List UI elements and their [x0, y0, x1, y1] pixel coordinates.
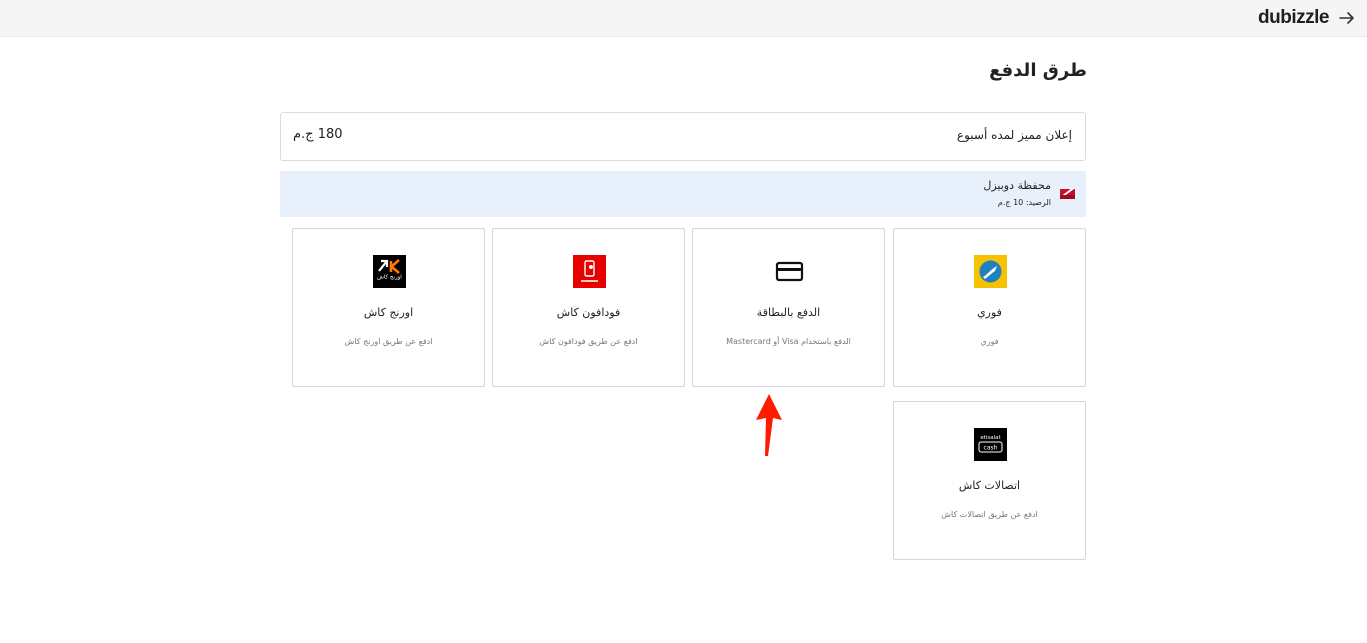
wallet-balance: الرصيد: 10 ج.م: [997, 198, 1051, 207]
payment-method-description: فوري: [980, 337, 999, 346]
wallet-icon: [1060, 188, 1075, 199]
order-summary: إعلان مميز لمده أسبوع 180 ج.م: [280, 112, 1086, 161]
payment-method-vodafone-cash[interactable]: فودافون كاش ادفع عن طريق فودافون كاش: [492, 228, 685, 387]
credit-card-icon: [775, 261, 804, 282]
summary-item-label: إعلان مميز لمده أسبوع: [956, 128, 1072, 142]
payment-method-name: الدفع بالبطاقة: [756, 306, 821, 319]
page-title: طرق الدفع: [989, 60, 1087, 81]
payment-method-name: اتصالات كاش: [958, 479, 1021, 492]
payment-method-name: فودافون كاش: [556, 306, 621, 319]
payment-method-fawry[interactable]: فوري فوري: [893, 228, 1086, 387]
arrow-right-icon[interactable]: [1337, 8, 1357, 28]
payment-method-name: اورنج كاش: [363, 306, 414, 319]
dubizzle-logo[interactable]: dubizzle: [1258, 7, 1329, 29]
etisalat-cash-logo-text: cash: [984, 445, 998, 452]
payment-method-description: الدفع باستخدام Visa أو Mastercard: [726, 337, 851, 346]
payment-method-etisalat-cash[interactable]: etisalat cash اتصالات كاش ادفع عن طريق ا…: [893, 401, 1086, 560]
payment-method-orange-cash[interactable]: اورنج كاش اورنج كاش ادفع عن طريق اورنج ك…: [292, 228, 485, 387]
payment-method-description: ادفع عن طريق اتصالات كاش: [941, 510, 1038, 519]
payment-method-name: فوري: [977, 306, 1002, 319]
etisalat-logo-text: etisalat: [980, 435, 1001, 441]
orange-cash-icon: اورنج كاش: [373, 255, 406, 288]
vodafone-cash-icon: [573, 255, 606, 288]
payment-method-description: ادفع عن طريق اورنج كاش: [344, 337, 433, 346]
payment-method-card[interactable]: الدفع بالبطاقة الدفع باستخدام Visa أو Ma…: [692, 228, 885, 387]
top-bar: dubizzle: [0, 0, 1367, 37]
fawry-icon: [974, 255, 1007, 288]
up-arrow-annotation-icon: [756, 394, 782, 456]
wallet-title: محفظة دوبيزل: [983, 179, 1051, 192]
etisalat-cash-icon: etisalat cash: [974, 428, 1007, 461]
payment-method-description: ادفع عن طريق فودافون كاش: [539, 337, 638, 346]
orange-cash-logo-text: اورنج كاش: [377, 274, 402, 281]
dubizzle-wallet[interactable]: محفظة دوبيزل الرصيد: 10 ج.م: [280, 171, 1086, 217]
summary-amount: 180 ج.م: [293, 127, 343, 142]
